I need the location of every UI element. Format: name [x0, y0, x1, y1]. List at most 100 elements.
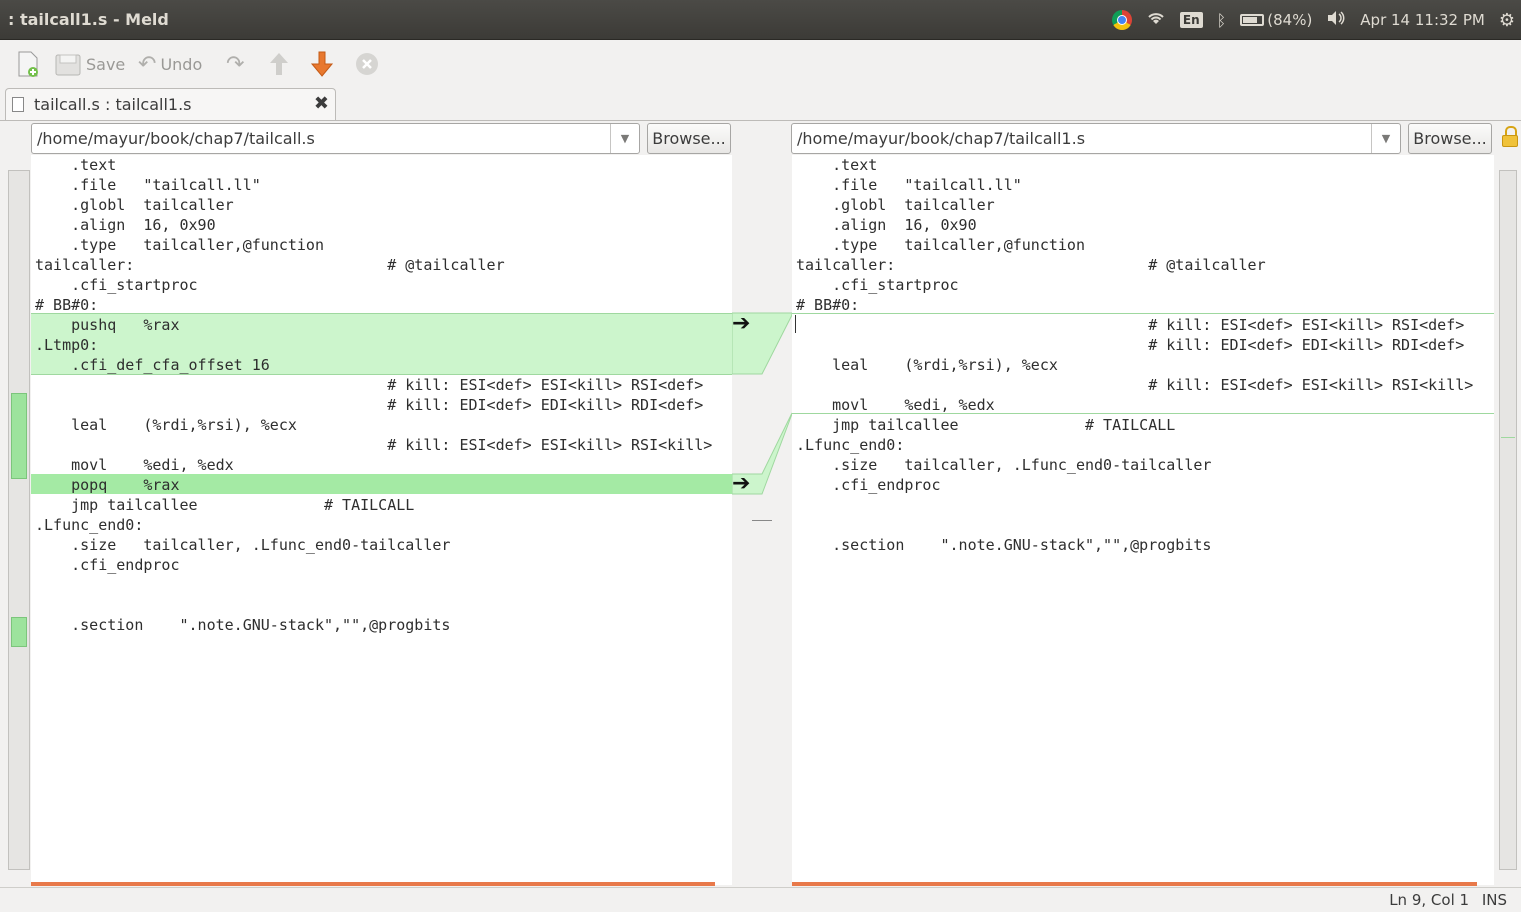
insert-mode: INS [1481, 891, 1507, 909]
code-line[interactable]: # kill: ESI<def> ESI<kill> RSI<kill> [792, 375, 1473, 395]
code-line[interactable] [792, 515, 796, 535]
copy-chunk-right-arrow-icon[interactable]: ➔ [732, 313, 750, 335]
gear-icon[interactable]: ⚙ [1499, 10, 1515, 31]
save-label: Save [86, 54, 126, 74]
code-line[interactable]: tailcaller: # @tailcaller [31, 255, 505, 275]
next-change-button[interactable] [310, 50, 334, 78]
code-line[interactable]: .type tailcaller,@function [792, 235, 1085, 255]
toolbar: Save ↶ Undo ↷ [0, 40, 1521, 88]
tab-bar: tailcall.s : tailcall1.s ✖ [0, 86, 1521, 121]
code-line[interactable]: # BB#0: [31, 295, 98, 315]
tab-label: tailcall.s : tailcall1.s [34, 95, 192, 114]
redo-button[interactable]: ↷ [226, 50, 244, 78]
bluetooth-icon[interactable]: ᛒ [1217, 11, 1227, 30]
right-horizontal-scrollbar[interactable] [792, 882, 1477, 886]
battery-percent: (84%) [1267, 11, 1313, 29]
overview-chunk-marker[interactable] [11, 617, 27, 647]
right-browse-button[interactable]: Browse... [1408, 123, 1492, 154]
arrow-up-icon [270, 53, 288, 75]
status-text: Ln 9, Col 1 INS [1389, 891, 1507, 909]
redo-icon: ↷ [226, 51, 245, 77]
status-bar: Ln 9, Col 1 INS [0, 887, 1521, 912]
code-line[interactable]: .text [31, 155, 116, 175]
previous-change-button[interactable] [268, 50, 290, 78]
code-line[interactable]: .globl tailcaller [31, 195, 234, 215]
window-title: : tailcall1.s - Meld [8, 10, 169, 29]
code-line[interactable]: .align 16, 0x90 [31, 215, 216, 235]
code-line[interactable]: # kill: ESI<def> ESI<kill> RSI<def> [792, 315, 1464, 335]
code-line[interactable]: .Lfunc_end0: [31, 515, 143, 535]
chevron-down-icon[interactable]: ▼ [610, 124, 639, 153]
chunk-border [31, 313, 732, 314]
code-line[interactable]: # kill: EDI<def> EDI<kill> RDI<def> [31, 395, 703, 415]
code-line[interactable]: .size tailcaller, .Lfunc_end0-tailcaller [792, 455, 1211, 475]
right-file-combo[interactable]: /home/mayur/book/chap7/tailcall1.s ▼ [791, 123, 1401, 154]
close-icon[interactable]: ✖ [314, 93, 329, 114]
chunk-border [792, 313, 1494, 314]
overview-chunk-marker[interactable] [11, 393, 27, 479]
code-line[interactable]: .text [792, 155, 877, 175]
code-line[interactable]: .section ".note.GNU-stack","",@progbits [792, 535, 1211, 555]
left-horizontal-scrollbar[interactable] [31, 882, 715, 886]
code-line[interactable] [31, 575, 35, 595]
new-comparison-button[interactable] [16, 50, 40, 78]
chevron-down-icon[interactable]: ▼ [1371, 124, 1400, 153]
stop-button[interactable] [354, 50, 380, 78]
right-file-path: /home/mayur/book/chap7/tailcall1.s [797, 129, 1086, 148]
code-line[interactable] [792, 495, 796, 515]
new-document-icon [18, 51, 38, 77]
code-line[interactable]: .file "tailcall.ll" [31, 175, 261, 195]
code-line[interactable]: popq %rax [31, 475, 179, 495]
left-editor[interactable]: .text .file "tailcall.ll" .globl tailcal… [31, 155, 732, 885]
tab-comparison[interactable]: tailcall.s : tailcall1.s ✖ [5, 88, 336, 120]
undo-icon: ↶ [138, 51, 157, 77]
code-line[interactable]: .file "tailcall.ll" [792, 175, 1022, 195]
volume-icon[interactable] [1326, 10, 1346, 30]
left-file-combo[interactable]: /home/mayur/book/chap7/tailcall.s ▼ [31, 123, 640, 154]
overview-chunk-marker[interactable] [1501, 437, 1515, 438]
undo-label: Undo [160, 54, 203, 74]
code-line[interactable]: movl %edi, %edx [792, 395, 995, 415]
code-line[interactable]: # kill: EDI<def> EDI<kill> RDI<def> [792, 335, 1464, 355]
copy-chunk-right-arrow-icon[interactable]: ➔ [732, 473, 750, 495]
code-line[interactable]: leal (%rdi,%rsi), %ecx [792, 355, 1058, 375]
left-overview-bar[interactable] [8, 170, 30, 870]
system-tray: En ᛒ (84%) Apr 14 11:32 PM ⚙ [1111, 7, 1515, 33]
code-line[interactable]: .cfi_startproc [31, 275, 197, 295]
code-line[interactable]: .align 16, 0x90 [792, 215, 977, 235]
left-file-path: /home/mayur/book/chap7/tailcall.s [37, 129, 315, 148]
keyboard-layout-indicator[interactable]: En [1179, 12, 1203, 28]
code-line[interactable]: .cfi_startproc [792, 275, 958, 295]
code-line[interactable]: jmp tailcallee # TAILCALL [792, 415, 1175, 435]
code-line[interactable]: pushq %rax [31, 315, 179, 335]
code-line[interactable]: .cfi_def_cfa_offset 16 [31, 355, 270, 375]
save-button[interactable]: Save [54, 50, 125, 78]
code-line[interactable]: # BB#0: [792, 295, 859, 315]
wifi-icon[interactable] [1146, 10, 1166, 30]
right-overview-bar[interactable] [1499, 170, 1517, 870]
code-line[interactable]: .section ".note.GNU-stack","",@progbits [31, 615, 450, 635]
code-line[interactable]: # kill: ESI<def> ESI<kill> RSI<def> [31, 375, 703, 395]
code-line[interactable]: .globl tailcaller [792, 195, 995, 215]
document-icon [12, 97, 24, 112]
code-line[interactable]: .Lfunc_end0: [792, 435, 904, 455]
save-icon [55, 54, 81, 76]
code-line[interactable]: .cfi_endproc [31, 555, 179, 575]
code-line[interactable]: leal (%rdi,%rsi), %ecx [31, 415, 297, 435]
battery-indicator[interactable]: (84%) [1240, 11, 1312, 29]
code-line[interactable]: .Ltmp0: [31, 335, 98, 355]
code-line[interactable]: .size tailcaller, .Lfunc_end0-tailcaller [31, 535, 450, 555]
chrome-icon[interactable] [1111, 10, 1132, 30]
code-line[interactable] [31, 595, 35, 615]
undo-button[interactable]: ↶ Undo [138, 50, 202, 78]
clock[interactable]: Apr 14 11:32 PM [1360, 11, 1485, 29]
code-line[interactable]: movl %edi, %edx [31, 455, 234, 475]
left-browse-button[interactable]: Browse... [647, 123, 731, 154]
code-line[interactable]: tailcaller: # @tailcaller [792, 255, 1266, 275]
right-editor[interactable]: .text .file "tailcall.ll" .globl tailcal… [792, 155, 1494, 885]
code-line[interactable]: .cfi_endproc [792, 475, 940, 495]
code-line[interactable]: jmp tailcallee # TAILCALL [31, 495, 414, 515]
code-line[interactable]: # kill: ESI<def> ESI<kill> RSI<kill> [31, 435, 712, 455]
code-line[interactable]: .type tailcaller,@function [31, 235, 324, 255]
lock-icon[interactable] [1502, 126, 1518, 148]
